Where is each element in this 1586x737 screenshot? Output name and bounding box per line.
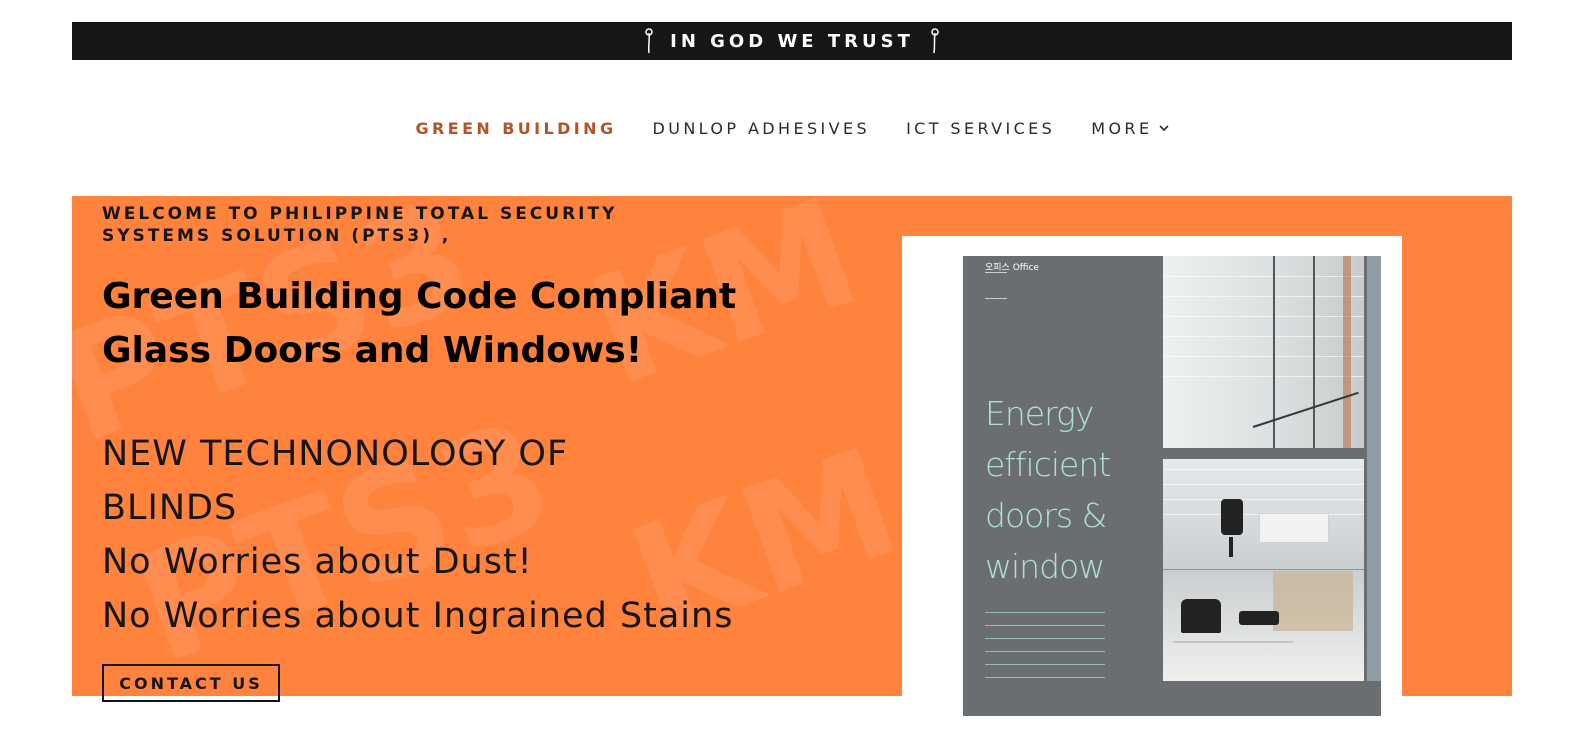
flower-icon bbox=[645, 28, 653, 54]
nav-item-ict-services[interactable]: ICT SERVICES bbox=[906, 119, 1055, 138]
flower-icon bbox=[931, 28, 939, 54]
brochure-heading: Energy efficient doors & window bbox=[985, 388, 1155, 592]
body-line: No Worries about Ingrained Stains bbox=[102, 596, 734, 636]
body-line: No Worries about Dust! bbox=[102, 542, 533, 582]
contact-us-button[interactable]: CONTACT US bbox=[102, 664, 280, 702]
headline-line: Glass Doors and Windows! bbox=[102, 330, 643, 371]
divider bbox=[985, 298, 1007, 299]
top-announcement-bar: IN GOD WE TRUST bbox=[72, 22, 1512, 60]
hero-eyebrow: WELCOME TO PHILIPPINE TOTAL SECURITY SYS… bbox=[102, 204, 618, 246]
divider bbox=[985, 272, 1007, 273]
office-photo-top bbox=[1163, 256, 1364, 448]
photo-edge-strip bbox=[1367, 256, 1381, 681]
body-line: BLINDS bbox=[102, 488, 238, 528]
brochure-image: 오피스 Office Energy efficient doors & wind… bbox=[963, 256, 1381, 716]
brochure-heading-line: efficient bbox=[985, 445, 1111, 484]
brochure-heading-line: doors & bbox=[985, 496, 1107, 535]
brochure-heading-line: Energy bbox=[985, 394, 1094, 433]
headline-line: Green Building Code Compliant bbox=[102, 276, 737, 317]
nav-item-more-label: MORE bbox=[1091, 118, 1153, 138]
brochure-heading-line: window bbox=[985, 547, 1105, 586]
office-photo-bottom bbox=[1163, 459, 1364, 681]
brochure-rules bbox=[985, 612, 1105, 690]
nav-item-green-building[interactable]: GREEN BUILDING bbox=[416, 119, 617, 138]
nav-item-dunlop-adhesives[interactable]: DUNLOP ADHESIVES bbox=[652, 119, 870, 138]
main-navigation: GREEN BUILDING DUNLOP ADHESIVES ICT SERV… bbox=[0, 114, 1586, 142]
chevron-down-icon bbox=[1159, 125, 1170, 132]
nav-item-more[interactable]: MORE bbox=[1091, 119, 1170, 138]
topbar-text: IN GOD WE TRUST bbox=[670, 30, 914, 52]
hero-headline: Green Building Code Compliant Glass Door… bbox=[102, 270, 802, 378]
body-line: NEW TECHNONOLOGY OF bbox=[102, 434, 569, 474]
hero-body: NEW TECHNONOLOGY OF BLINDS No Worries ab… bbox=[102, 427, 822, 643]
